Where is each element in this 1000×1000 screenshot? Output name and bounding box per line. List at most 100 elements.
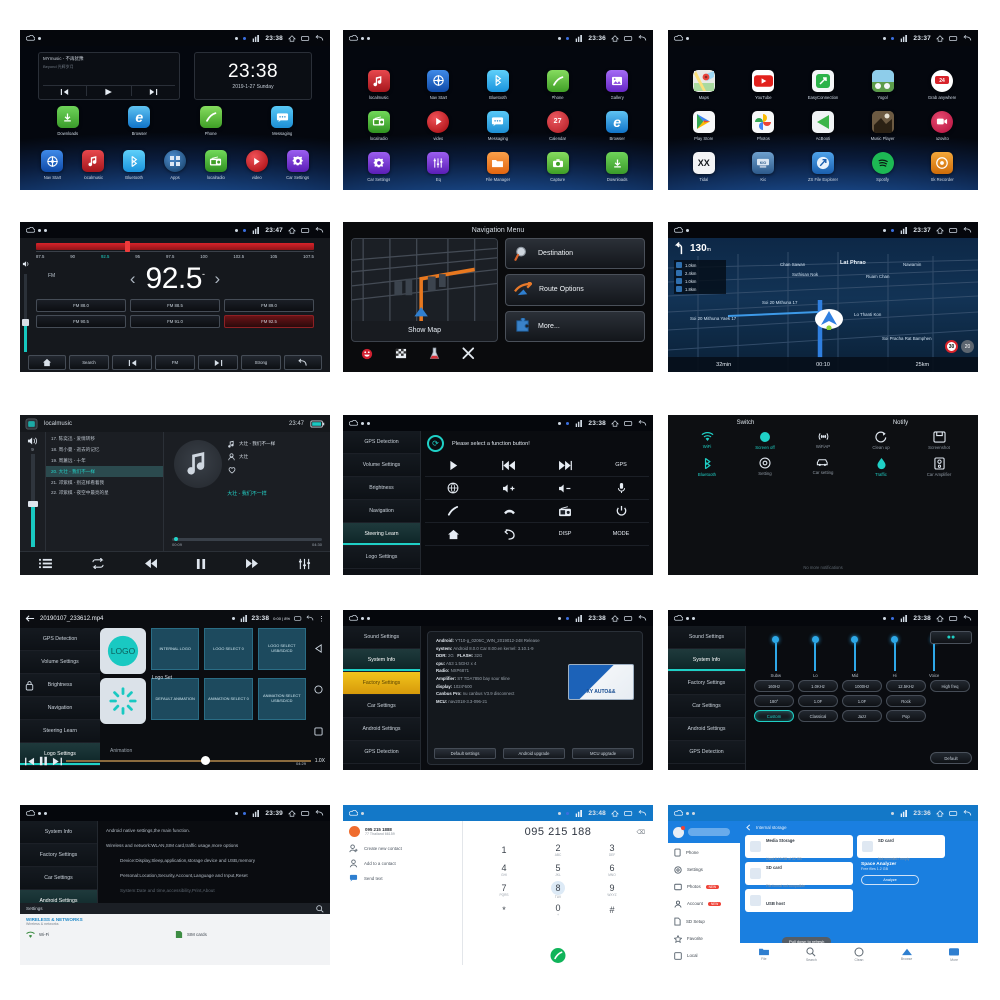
media-widget[interactable]: MYmusic - 不再犹豫 Beyond 光辉岁月 <box>38 52 180 100</box>
sidebar-item-sound-settings[interactable]: Sound Settings <box>668 626 745 649</box>
destination-button[interactable]: Destination <box>505 238 645 270</box>
preset-button[interactable]: FM 88.0 <box>36 299 126 312</box>
home-icon[interactable] <box>936 614 944 622</box>
app-car-settings[interactable]: Car Settings <box>277 150 318 180</box>
storage-card[interactable]: SD card File format not compatible <box>745 862 853 888</box>
back-icon[interactable] <box>745 824 752 831</box>
home-icon[interactable] <box>288 226 296 234</box>
fn-home[interactable] <box>425 523 481 546</box>
fn-radio[interactable] <box>537 500 593 523</box>
band-button[interactable]: FM <box>155 355 195 370</box>
eq-preset-classical[interactable]: Classical <box>798 710 838 722</box>
home-icon[interactable] <box>288 34 296 42</box>
fn-gps[interactable]: GPS <box>593 454 649 477</box>
menu-item-favorite[interactable]: Favorite <box>668 930 740 947</box>
dial-key-6[interactable]: 6 MNO <box>585 860 639 880</box>
progress-knob[interactable] <box>173 537 178 541</box>
panel-music-player[interactable]: localmusic 23:47 9 17. 陈奕迅 - 爱情转移 18. 周小… <box>20 415 330 575</box>
panel-steering-learn[interactable]: 23:38 GPS Detection Volume Settings Brig… <box>343 415 653 575</box>
menu-create-new-contact[interactable]: Create new contact <box>349 844 456 853</box>
search-icon[interactable] <box>316 904 324 913</box>
back-icon[interactable] <box>963 226 972 234</box>
checkered-flag-icon[interactable] <box>395 348 407 360</box>
playlist[interactable]: 17. 陈奕迅 - 爱情转移 18. 周小曼 - 逝去的记忆 19. 周蕙远 -… <box>46 432 164 551</box>
app-localradio[interactable]: localradio <box>195 150 236 180</box>
menu-item-photos[interactable]: Photos NEW <box>668 878 740 895</box>
app-messaging[interactable]: Messaging <box>476 110 520 141</box>
smiley-icon[interactable] <box>361 348 373 360</box>
sidebar-item-android-settings[interactable]: Android Settings <box>668 718 745 741</box>
current-logo-preview[interactable]: LOGO <box>100 628 146 674</box>
app-phone[interactable]: Phone <box>189 106 233 136</box>
app-file-manager[interactable]: File Manager <box>476 152 520 182</box>
mcu-upgrade-button[interactable]: MCU upgrade <box>572 748 634 759</box>
toggle-screenshot[interactable]: Screenshot <box>916 431 962 450</box>
sidebar-item-gps-detection[interactable]: GPS Detection <box>20 628 100 651</box>
settings-row-sim[interactable]: SIM cards <box>175 930 324 939</box>
fn-globe[interactable] <box>425 477 481 500</box>
settings-sidebar[interactable]: Sound Settings System Info Factory Setti… <box>343 626 421 770</box>
app-azovito[interactable]: azovito <box>920 110 964 141</box>
menu-item-sd-setup[interactable]: SD Setup <box>668 912 740 930</box>
recents-icon[interactable] <box>624 810 633 817</box>
current-animation-preview[interactable] <box>100 678 146 724</box>
eq-default-button[interactable]: Default <box>930 752 972 764</box>
volume-track[interactable] <box>27 454 38 547</box>
app-nav-start[interactable]: Nav Start <box>32 150 73 180</box>
tab-file[interactable]: File <box>740 947 788 961</box>
sidebar-item-sound-settings[interactable]: Sound Settings <box>343 626 420 649</box>
eq-q-button[interactable]: 1.0F <box>842 695 882 707</box>
sidebar-item-brightness[interactable]: Brightness <box>343 477 420 500</box>
fn-next-track[interactable] <box>537 454 593 477</box>
tab-search[interactable]: Search <box>788 946 836 962</box>
favorite-row[interactable] <box>228 466 324 474</box>
fn-mic[interactable] <box>593 477 649 500</box>
eq-preset-custom[interactable]: Custom <box>754 710 794 722</box>
volume-icon[interactable] <box>27 436 38 446</box>
playback-speed[interactable]: 1.0X <box>315 758 325 764</box>
recents-icon[interactable] <box>949 35 958 42</box>
switch-tab[interactable]: Switch <box>668 420 823 426</box>
toggle-car-amplifier[interactable]: Car Amplifier <box>916 457 962 477</box>
fn-play[interactable] <box>425 454 481 477</box>
navigation-map[interactable]: 130m 1.0km 2.4km 1.0km 1.8km Chan Sawan … <box>668 238 978 372</box>
back-icon[interactable] <box>638 34 647 42</box>
home-icon[interactable] <box>936 809 944 817</box>
frequency-slider[interactable] <box>36 241 314 252</box>
overflow-menu-icon[interactable]: ⋮ <box>318 615 325 623</box>
call-button[interactable] <box>550 948 566 963</box>
panel-equalizer[interactable]: 23:38 Sound Settings System Info Factory… <box>668 610 978 770</box>
preset-button-active[interactable]: FM 92.5 <box>224 315 314 328</box>
recents-icon[interactable] <box>294 615 302 622</box>
back-button[interactable] <box>284 355 322 370</box>
volume-control[interactable]: 9 <box>20 432 46 551</box>
eq-q-button[interactable]: 1.0F <box>798 695 838 707</box>
eq-freq-button[interactable]: 1.0KHz <box>798 680 838 692</box>
logo-option-select-usb[interactable]: LOGO SELECT USB/SD/CD <box>257 628 306 670</box>
app-video[interactable]: video <box>236 150 277 180</box>
back-icon[interactable] <box>963 809 972 817</box>
back-icon[interactable] <box>315 809 324 817</box>
menu-item-local[interactable]: Local <box>668 947 740 964</box>
more-button[interactable]: More... <box>505 310 645 342</box>
back-icon[interactable] <box>638 809 647 817</box>
app-messaging[interactable]: Messaging <box>260 106 304 136</box>
sidebar-item-factory-settings[interactable]: Factory Settings <box>20 844 97 867</box>
playlist-item[interactable]: 19. 周蕙远 - 十年 <box>46 456 163 467</box>
dial-key-5[interactable]: 5 JKL <box>531 860 585 880</box>
search-button[interactable]: Search <box>69 355 109 370</box>
panel-system-info[interactable]: 23:38 Sound Settings System Info Factory… <box>343 610 653 770</box>
sidebar-item-car-settings[interactable]: Car Settings <box>343 695 420 718</box>
back-icon[interactable] <box>963 34 972 42</box>
notify-tab[interactable]: Notify <box>823 420 978 426</box>
dial-key-hash[interactable]: # <box>585 900 639 920</box>
strong-button[interactable]: Strong <box>241 355 281 370</box>
fn-back[interactable] <box>481 523 537 546</box>
app-spotify[interactable]: Spotify <box>861 152 905 182</box>
back-icon[interactable] <box>306 615 314 622</box>
eq-slider-mid[interactable]: Mid <box>838 636 872 678</box>
app-car-settings[interactable]: Car Settings <box>357 152 401 182</box>
fn-mode[interactable]: MODE <box>593 523 649 546</box>
app-video[interactable]: video <box>416 110 460 141</box>
sidebar-item-system-info[interactable]: System Info <box>668 649 745 672</box>
